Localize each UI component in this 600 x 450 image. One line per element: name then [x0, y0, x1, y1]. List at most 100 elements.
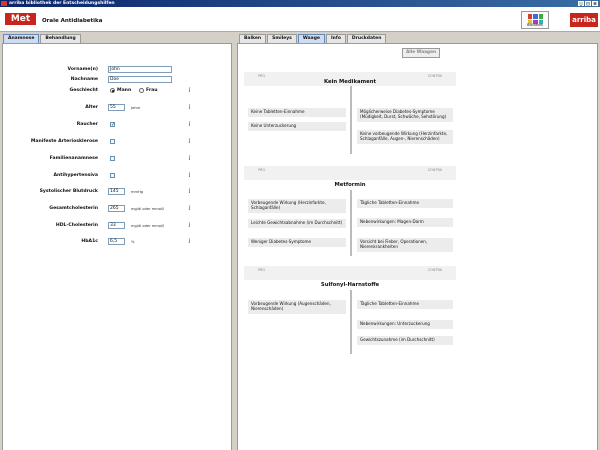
- contra-item: Möglicherweise Diabetes-Symptome (Müdigk…: [357, 108, 453, 122]
- arteriosclerosis-checkbox[interactable]: [110, 139, 115, 144]
- info-icon[interactable]: i: [186, 121, 193, 128]
- scale-header: PRO CONTRA Metformin: [244, 166, 456, 188]
- gender-male-label: Mann: [117, 88, 132, 93]
- contra-label: CONTRA: [427, 268, 442, 272]
- info-icon[interactable]: i: [186, 172, 193, 179]
- hba1c-row: HbA1c 6,5 % i: [0, 238, 230, 246]
- pro-item: Leichte Gewichtsabnahme (im Durchschnitt…: [248, 219, 346, 228]
- arteriosclerosis-label: Manifeste Arteriosklerose: [30, 139, 98, 144]
- maximize-icon[interactable]: □: [585, 1, 591, 6]
- pro-item: Vorbeugende Wirkung (Augenschäden, Niere…: [248, 300, 346, 314]
- app-header: Met Orale Antidiabetika Bibliothek arrib…: [0, 7, 600, 32]
- hdl-chol-input[interactable]: 33: [108, 222, 125, 229]
- hba1c-label: HbA1c: [81, 239, 98, 244]
- last-name-row: Nachname Doe: [0, 76, 230, 84]
- minimize-icon[interactable]: _: [578, 1, 584, 6]
- right-tab-bar: Balken Smileys Waage Info Druckdaten: [239, 34, 387, 43]
- gender-male-radio[interactable]: [110, 88, 115, 93]
- scale-title: Metformin: [334, 182, 366, 188]
- first-name-label: Vorname(n): [67, 67, 98, 72]
- smoker-checkbox[interactable]: [110, 122, 115, 128]
- info-icon[interactable]: i: [186, 138, 193, 145]
- info-icon[interactable]: i: [186, 205, 193, 212]
- antihypertensive-label: Antihypertensiva: [53, 173, 98, 178]
- tab-druckdaten[interactable]: Druckdaten: [346, 34, 387, 43]
- systolic-bp-input[interactable]: 145: [108, 188, 125, 195]
- info-icon[interactable]: i: [186, 222, 193, 229]
- age-input[interactable]: 55: [108, 104, 125, 111]
- antihypertensive-checkbox[interactable]: [110, 173, 115, 178]
- hdl-chol-label: HDL-Cholesterin: [55, 223, 98, 228]
- contra-item: Keine vorbeugende Wirkung (Herzinfarkte,…: [357, 130, 453, 144]
- window-title: arriba bibliothek der Entscheidungshilfe…: [9, 1, 115, 6]
- gender-female-radio[interactable]: [139, 88, 144, 93]
- last-name-input[interactable]: Doe: [108, 76, 172, 83]
- family-history-label: Familienanamnese: [49, 156, 98, 161]
- age-unit: Jahre: [131, 105, 141, 110]
- family-history-checkbox[interactable]: [110, 156, 115, 161]
- scale-title: Sulfonyl-Harnstoffe: [320, 282, 380, 288]
- scale-header: PRO CONTRA Sulfonyl-Harnstoffe: [244, 266, 456, 288]
- scale-title: Kein Medikament: [323, 79, 377, 85]
- pro-item: Vorbeugende Wirkung (Herzinfarkte, Schla…: [248, 199, 346, 213]
- left-tab-bar: Anamnese Behandlung: [3, 34, 82, 43]
- contra-item: Tägliche Tabletten-Einnahme: [357, 300, 453, 309]
- scale-divider: [350, 290, 352, 354]
- arriba-logo: arriba: [570, 13, 598, 27]
- met-logo: Met: [5, 13, 36, 25]
- info-icon[interactable]: i: [186, 155, 193, 162]
- pro-item: Keine Tabletten-Einnahme: [248, 108, 346, 117]
- systolic-bp-row: Systolischer Blutdruck 145 mmHg i: [0, 188, 230, 196]
- info-icon[interactable]: i: [186, 87, 193, 94]
- tab-waage[interactable]: Waage: [297, 34, 325, 43]
- info-icon[interactable]: i: [186, 188, 193, 195]
- scale-header: PRO CONTRA Kein Medikament: [244, 72, 456, 86]
- pro-label: PRO: [258, 74, 266, 78]
- contra-label: CONTRA: [427, 168, 442, 172]
- scale-section-metformin: PRO CONTRA Metformin Vorbeugende Wirkung…: [244, 166, 456, 258]
- last-name-label: Nachname: [70, 77, 98, 82]
- tab-behandlung[interactable]: Behandlung: [40, 34, 81, 43]
- contra-item: Gewichtszunahme (im Durchschnitt): [357, 336, 453, 345]
- tab-smileys[interactable]: Smileys: [267, 34, 297, 43]
- contra-item: Nebenwirkungen: Unterzuckerung: [357, 320, 453, 329]
- info-icon[interactable]: i: [186, 104, 193, 111]
- tab-info[interactable]: Info: [325, 34, 346, 43]
- tab-balken[interactable]: Balken: [239, 34, 267, 43]
- gender-label: Geschlecht: [69, 88, 99, 93]
- gender-female-label: Frau: [146, 88, 158, 93]
- first-name-row: Vorname(n) John: [0, 66, 230, 74]
- close-icon[interactable]: ×: [592, 1, 598, 6]
- info-icon[interactable]: i: [186, 238, 193, 245]
- library-button[interactable]: Bibliothek: [521, 11, 549, 29]
- family-history-row: Familienanamnese i: [0, 155, 230, 163]
- total-chol-label: Gesamtcholesterin: [49, 206, 98, 211]
- arteriosclerosis-row: Manifeste Arteriosklerose i: [0, 138, 230, 146]
- hdl-chol-row: HDL-Cholesterin 33 mg/dl oder mmol/l i: [0, 222, 230, 230]
- scale-section-sulfonylharnstoffe: PRO CONTRA Sulfonyl-Harnstoffe Vorbeugen…: [244, 266, 456, 356]
- total-chol-row: Gesamtcholesterin 265 mg/dl oder mmol/l …: [0, 205, 230, 213]
- window-titlebar: arriba bibliothek der Entscheidungshilfe…: [0, 0, 600, 7]
- all-scales-button[interactable]: Alle Waagen: [402, 48, 440, 58]
- library-color-tile: [528, 14, 533, 19]
- contra-item: Tägliche Tabletten-Einnahme: [357, 199, 453, 208]
- pro-item: Keine Unterzuckerung: [248, 122, 346, 131]
- gender-row: Geschlecht Mann Frau i: [0, 87, 230, 95]
- smoker-label: Raucher: [76, 122, 98, 127]
- contra-item: Nebenwirkungen: Magen-Darm: [357, 218, 453, 227]
- hba1c-input[interactable]: 6,5: [108, 238, 125, 245]
- smoker-row: Raucher i: [0, 121, 230, 129]
- scale-divider: [350, 86, 352, 154]
- first-name-input[interactable]: John: [108, 66, 172, 73]
- tab-anamnese[interactable]: Anamnese: [3, 34, 40, 43]
- systolic-bp-label: Systolischer Blutdruck: [39, 189, 98, 194]
- age-label: Alter: [85, 105, 98, 110]
- pro-label: PRO: [258, 268, 266, 272]
- library-label: Bibliothek: [527, 23, 543, 27]
- total-chol-input[interactable]: 265: [108, 205, 125, 212]
- pro-item: Weniger Diabetes-Symptome: [248, 238, 346, 247]
- hdl-chol-unit: mg/dl oder mmol/l: [131, 223, 165, 228]
- systolic-bp-unit: mmHg: [131, 189, 143, 194]
- age-row: Alter 55 Jahre i: [0, 104, 230, 112]
- library-color-tile: [538, 14, 543, 19]
